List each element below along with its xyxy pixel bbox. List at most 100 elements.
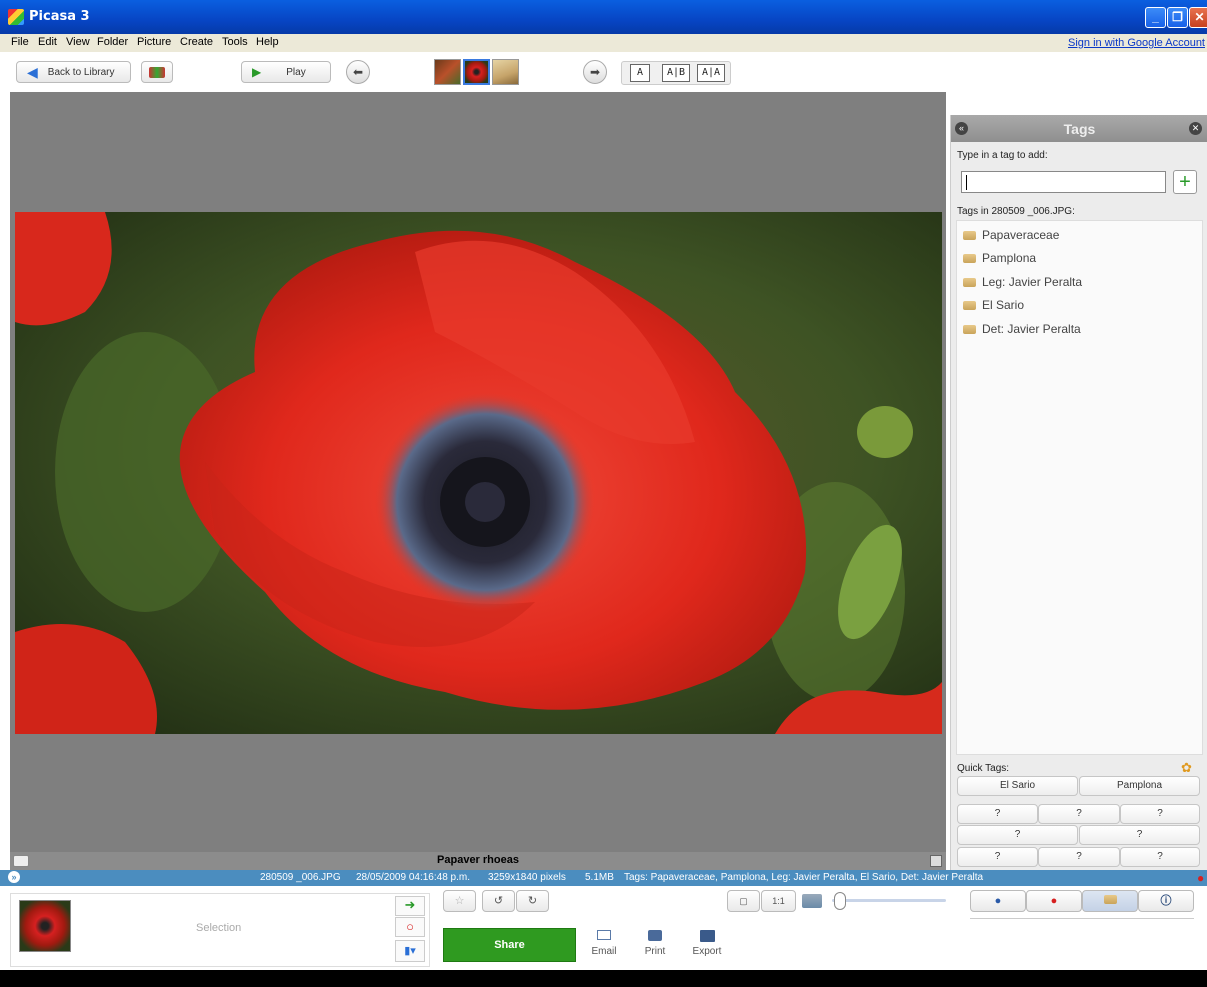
tag-icon (963, 231, 976, 241)
arrow-left-icon: ⬅ (352, 65, 364, 79)
places-button[interactable]: ● (1026, 890, 1082, 912)
tags-button[interactable] (1082, 890, 1138, 912)
quick-tag-button[interactable]: El Sario (957, 776, 1078, 796)
tag-item[interactable]: Det: Javier Peralta (963, 322, 1081, 342)
divider (970, 918, 1194, 919)
layout-compare-button[interactable]: A|B (662, 64, 690, 82)
trash-icon[interactable] (930, 855, 942, 867)
star-icon: ☆ (454, 895, 465, 907)
back-to-library-button[interactable]: ◀ Back to Library (16, 61, 131, 83)
people-button[interactable]: ● (970, 890, 1026, 912)
info-dimensions: 3259x1840 pixels (488, 872, 566, 883)
share-button[interactable]: Share (443, 928, 576, 962)
title-bar: Picasa 3 _ ❐ ✕ (0, 0, 1207, 34)
filmstrip-thumbnail-3[interactable] (492, 59, 519, 85)
print-button[interactable]: Print (641, 930, 669, 957)
map-pin-icon: ● (1050, 895, 1058, 907)
printer-icon (648, 930, 662, 941)
tag-input[interactable] (961, 171, 1166, 193)
play-slideshow-button[interactable]: ▶ Play (241, 61, 331, 83)
tag-icon (963, 254, 976, 264)
tag-item[interactable]: El Sario (963, 298, 1024, 318)
close-panel-icon[interactable]: ✕ (1189, 122, 1202, 135)
photo-caption[interactable]: Papaver rhoeas (10, 854, 946, 866)
menu-folder[interactable]: Folder (97, 36, 128, 48)
tag-item[interactable]: Papaveraceae (963, 228, 1059, 248)
rotate-left-button[interactable]: ↺ (482, 890, 515, 912)
tags-panel-title: Tags (1063, 121, 1096, 137)
selected-photo-thumbnail[interactable] (19, 900, 71, 952)
menu-create[interactable]: Create (180, 36, 213, 48)
add-to-album-icon[interactable]: ▮▾ (395, 940, 425, 962)
quick-tag-button[interactable]: ? (957, 825, 1078, 845)
next-photo-button[interactable]: ➡ (583, 60, 607, 84)
play-icon: ▶ (252, 65, 262, 79)
bottom-tray: Selection ➜ ○ ▮▾ ☆ ↺ ↻ ▢ 1:1 Share Email… (0, 886, 1207, 970)
quick-tag-button[interactable]: ? (1079, 825, 1200, 845)
layout-dual-button[interactable]: A|A (697, 64, 725, 82)
expand-panel-icon[interactable]: » (8, 871, 20, 883)
edit-photo-button[interactable] (141, 61, 173, 83)
export-button[interactable]: Export (690, 930, 724, 957)
quick-tag-button[interactable]: ? (957, 804, 1038, 824)
email-button[interactable]: Email (590, 930, 618, 957)
zoom-slider-handle[interactable] (834, 892, 846, 910)
close-button[interactable]: ✕ (1189, 7, 1207, 28)
tag-icon (963, 278, 976, 288)
quick-tag-button[interactable]: ? (957, 847, 1038, 867)
info-icon: ⓘ (1160, 895, 1172, 907)
taskbar-strip (0, 970, 1207, 987)
quick-tag-button[interactable]: ? (1038, 804, 1120, 824)
menu-tools[interactable]: Tools (222, 36, 248, 48)
tags-panel: « Tags ✕ Type in a tag to add: + Tags in… (950, 115, 1207, 870)
quick-tag-button[interactable]: Pamplona (1079, 776, 1200, 796)
rotate-right-button[interactable]: ↻ (516, 890, 549, 912)
picasa-app-icon (8, 9, 24, 25)
layout-single-button[interactable]: A (630, 64, 650, 82)
tags-panel-header: « Tags ✕ (951, 115, 1207, 142)
maximize-button[interactable]: ❐ (1167, 7, 1188, 28)
main-photo[interactable] (15, 212, 942, 734)
tag-icon (1103, 895, 1117, 904)
filmstrip-thumbnail-1[interactable] (434, 59, 461, 85)
tag-item[interactable]: Leg: Javier Peralta (963, 275, 1082, 295)
email-icon (597, 930, 611, 940)
menu-help[interactable]: Help (256, 36, 279, 48)
hold-pin-icon[interactable]: ➜ (395, 896, 425, 916)
info-button[interactable]: ⓘ (1138, 890, 1194, 912)
menu-view[interactable]: View (66, 36, 90, 48)
photo-edit-icon (149, 66, 165, 78)
quick-tag-button[interactable]: ? (1120, 847, 1200, 867)
tag-list: Papaveraceae Pamplona Leg: Javier Peralt… (956, 220, 1203, 755)
export-folder-icon (699, 930, 715, 942)
sign-in-link[interactable]: Sign in with Google Account (1068, 37, 1205, 49)
map-pin-icon: ● (1197, 871, 1205, 885)
minimize-button[interactable]: _ (1145, 7, 1166, 28)
menu-bar: File Edit View Folder Picture Create Too… (0, 34, 1207, 52)
text-caret (966, 175, 967, 190)
caption-bar: Papaver rhoeas (10, 852, 946, 870)
filmstrip-thumbnail-2[interactable] (463, 59, 490, 85)
toolbar: ◀ Back to Library ▶ Play ⬅ ➡ A A|B A|A (0, 52, 1207, 92)
photo-info-bar: » 280509 _006.JPG 28/05/2009 04:16:48 p.… (0, 870, 1207, 886)
selection-label: Selection (196, 922, 242, 934)
rotate-right-icon: ↻ (527, 895, 538, 907)
quick-tags-label: Quick Tags: (957, 763, 1010, 774)
menu-file[interactable]: File (11, 36, 29, 48)
quick-tags-settings-gear-icon[interactable]: ✿ (1181, 760, 1192, 776)
actual-size-button[interactable]: 1:1 (761, 890, 796, 912)
star-button[interactable]: ☆ (443, 890, 476, 912)
info-filename: 280509 _006.JPG (260, 872, 341, 883)
clear-selection-icon[interactable]: ○ (395, 917, 425, 937)
tag-item[interactable]: Pamplona (963, 251, 1036, 271)
menu-edit[interactable]: Edit (38, 36, 57, 48)
fit-to-window-button[interactable]: ▢ (727, 890, 760, 912)
zoom-slider-track[interactable] (832, 899, 946, 902)
quick-tag-button[interactable]: ? (1120, 804, 1200, 824)
arrow-right-icon: ➡ (589, 65, 601, 79)
menu-picture[interactable]: Picture (137, 36, 171, 48)
previous-photo-button[interactable]: ⬅ (346, 60, 370, 84)
add-tag-button[interactable]: + (1173, 170, 1197, 194)
fit-window-icon: ▢ (739, 896, 748, 906)
quick-tag-button[interactable]: ? (1038, 847, 1120, 867)
